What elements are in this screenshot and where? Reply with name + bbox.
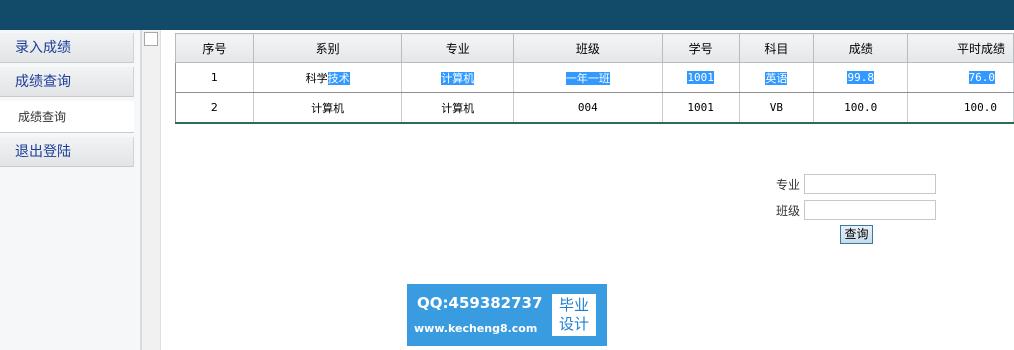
cell-class: 004	[513, 92, 663, 124]
cell-class: 一年一班	[513, 62, 663, 93]
major-label: 专业	[776, 178, 801, 192]
column-header-score[interactable]: 成绩	[813, 33, 909, 63]
grades-table: 序号 系别 专业 班级 学号 科目 成绩 平时成绩 1 科学技术 计算机 一年一…	[175, 33, 1014, 124]
cell-subject: VB	[739, 92, 815, 124]
cell-score: 99.8	[813, 62, 909, 93]
cell-major: 计算机	[401, 92, 515, 124]
watermark-qq: QQ:459382737	[417, 294, 543, 312]
column-header-index[interactable]: 序号	[175, 33, 254, 63]
sidebar-subitem-grade-query[interactable]: 成绩查询	[0, 101, 134, 133]
watermark-url: www.kecheng8.com	[414, 322, 538, 335]
table-row[interactable]: 2 计算机 计算机 004 1001 VB 100.0 100.0	[175, 92, 1014, 124]
cell-major: 计算机	[401, 62, 515, 93]
sidebar: 录入成绩 成绩查询 成绩查询 退出登陆	[0, 30, 140, 350]
cell-index: 1	[175, 62, 254, 93]
frame-scrollbar[interactable]	[142, 30, 161, 350]
cell-student-id: 1001	[662, 92, 740, 124]
sidebar-item-enter-grades[interactable]: 录入成绩	[0, 33, 134, 63]
column-header-student-id[interactable]: 学号	[661, 33, 740, 63]
column-header-department[interactable]: 系别	[252, 33, 403, 63]
column-header-subject[interactable]: 科目	[738, 33, 815, 63]
sidebar-item-logout[interactable]: 退出登陆	[0, 137, 134, 167]
cell-subject: 英语	[739, 62, 815, 93]
cell-score: 100.0	[813, 92, 909, 124]
class-input[interactable]	[804, 200, 936, 220]
watermark-badge: 毕业 设计	[550, 292, 598, 338]
major-input[interactable]	[804, 174, 936, 194]
column-header-class[interactable]: 班级	[513, 33, 663, 63]
query-button[interactable]: 查询	[840, 225, 873, 244]
watermark-badge-line2: 设计	[558, 315, 589, 333]
column-header-major[interactable]: 专业	[401, 33, 515, 63]
cell-usual-score: 76.0	[907, 62, 1014, 93]
table-row[interactable]: 1 科学技术 计算机 一年一班 1001 英语 99.8 76.0	[175, 62, 1014, 93]
class-label: 班级	[776, 204, 801, 218]
top-header-bar	[0, 0, 1014, 30]
column-header-usual-score[interactable]: 平时成绩	[907, 33, 1014, 63]
cell-department: 科学技术	[253, 62, 403, 93]
cell-department: 计算机	[253, 92, 403, 124]
watermark-banner: QQ:459382737 www.kecheng8.com 毕业 设计	[407, 284, 607, 346]
sidebar-item-grade-query[interactable]: 成绩查询	[0, 67, 134, 97]
scroll-up-button[interactable]	[144, 32, 158, 46]
table-header-row: 序号 系别 专业 班级 学号 科目 成绩 平时成绩	[175, 33, 1014, 63]
watermark-badge-line1: 毕业	[558, 296, 589, 314]
cell-index: 2	[175, 92, 254, 124]
cell-student-id: 1001	[662, 62, 740, 93]
cell-usual-score: 100.0	[907, 92, 1014, 124]
